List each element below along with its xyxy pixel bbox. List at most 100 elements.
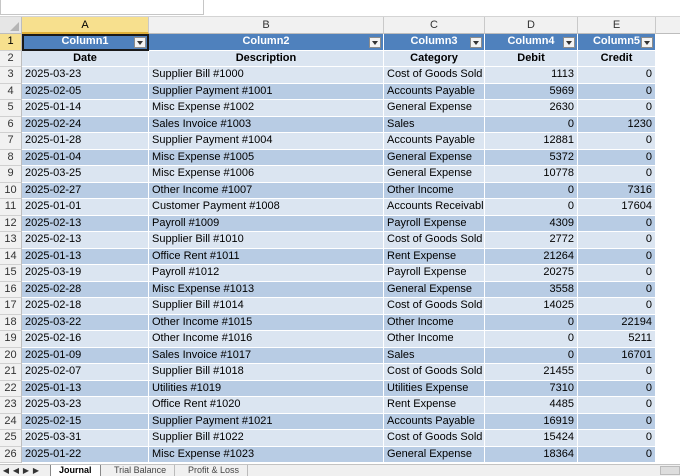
cell-category[interactable]: Cost of Goods Sold — [384, 364, 485, 381]
cell-credit[interactable]: 0 — [578, 430, 656, 447]
cell-debit[interactable]: 5969 — [485, 83, 578, 100]
cell-category[interactable]: General Expense — [384, 100, 485, 117]
cell-description[interactable]: Supplier Bill #1010 — [149, 232, 384, 249]
cell-category[interactable]: General Expense — [384, 149, 485, 166]
cell-debit[interactable]: 10778 — [485, 166, 578, 183]
cell-debit[interactable]: 15424 — [485, 430, 578, 447]
column-header-next[interactable] — [656, 17, 680, 34]
cell-description[interactable]: Supplier Bill #1022 — [149, 430, 384, 447]
row-header[interactable]: 7 — [0, 133, 22, 150]
cell-credit[interactable]: 22194 — [578, 314, 656, 331]
cell-date[interactable]: 2025-01-13 — [22, 380, 149, 397]
cell-credit[interactable]: 0 — [578, 232, 656, 249]
row-header[interactable]: 6 — [0, 116, 22, 133]
cell-debit[interactable]: 0 — [485, 331, 578, 348]
filter-dropdown-icon[interactable] — [134, 37, 146, 48]
cell-description[interactable]: Supplier Payment #1021 — [149, 413, 384, 430]
spreadsheet-grid[interactable]: A B C D E 1 Column1 Column2 Column3 Column4 Column… — [0, 17, 680, 464]
cell-date[interactable]: 2025-01-04 — [22, 149, 149, 166]
cell-description[interactable]: Misc Expense #1013 — [149, 281, 384, 298]
cell-credit[interactable]: 0 — [578, 413, 656, 430]
sheet-tab-profit-loss[interactable]: Profit & Loss — [180, 465, 249, 476]
cell-category[interactable]: General Expense — [384, 446, 485, 463]
cell-debit[interactable]: 7310 — [485, 380, 578, 397]
row-header[interactable]: 17 — [0, 298, 22, 315]
cell-credit[interactable]: 0 — [578, 166, 656, 183]
cell-description[interactable]: Payroll #1009 — [149, 215, 384, 232]
cell-credit[interactable]: 1230 — [578, 116, 656, 133]
row-header[interactable]: 11 — [0, 199, 22, 216]
column-header-d[interactable]: D — [485, 17, 578, 34]
row-header[interactable]: 10 — [0, 182, 22, 199]
field-header-credit[interactable]: Credit — [578, 50, 656, 67]
cell-credit[interactable]: 0 — [578, 281, 656, 298]
row-header[interactable]: 18 — [0, 314, 22, 331]
field-header-debit[interactable]: Debit — [485, 50, 578, 67]
cell-category[interactable]: Cost of Goods Sold — [384, 298, 485, 315]
cell-date[interactable]: 2025-03-31 — [22, 430, 149, 447]
row-header[interactable]: 12 — [0, 215, 22, 232]
cell-date[interactable]: 2025-03-23 — [22, 67, 149, 84]
cell-description[interactable]: Customer Payment #1008 — [149, 199, 384, 216]
cell-debit[interactable]: 0 — [485, 314, 578, 331]
row-header[interactable]: 26 — [0, 446, 22, 463]
row-header[interactable]: 16 — [0, 281, 22, 298]
cell-category[interactable]: Accounts Payable — [384, 83, 485, 100]
cell-date[interactable]: 2025-03-25 — [22, 166, 149, 183]
cell-credit[interactable]: 0 — [578, 83, 656, 100]
cell-debit[interactable]: 16919 — [485, 413, 578, 430]
cell-description[interactable]: Misc Expense #1006 — [149, 166, 384, 183]
field-header-date[interactable]: Date — [22, 50, 149, 67]
row-header[interactable]: 24 — [0, 413, 22, 430]
row-header[interactable]: 15 — [0, 265, 22, 282]
cell-debit[interactable]: 20275 — [485, 265, 578, 282]
next-sheet-icon[interactable]: ▶ — [22, 466, 30, 475]
cell-credit[interactable]: 0 — [578, 215, 656, 232]
column-header-c[interactable]: C — [384, 17, 485, 34]
cell-description[interactable]: Utilities #1019 — [149, 380, 384, 397]
cell-debit[interactable]: 0 — [485, 116, 578, 133]
cell-date[interactable]: 2025-02-15 — [22, 413, 149, 430]
cell-date[interactable]: 2025-02-13 — [22, 215, 149, 232]
cell-description[interactable]: Office Rent #1011 — [149, 248, 384, 265]
cell-date[interactable]: 2025-02-27 — [22, 182, 149, 199]
cell-category[interactable]: Other Income — [384, 314, 485, 331]
cell-description[interactable]: Supplier Bill #1000 — [149, 67, 384, 84]
cell-debit[interactable]: 12881 — [485, 133, 578, 150]
cell-debit[interactable]: 21264 — [485, 248, 578, 265]
cell-date[interactable]: 2025-02-24 — [22, 116, 149, 133]
cell-credit[interactable]: 0 — [578, 133, 656, 150]
cell-credit[interactable]: 0 — [578, 364, 656, 381]
cell-description[interactable]: Supplier Payment #1001 — [149, 83, 384, 100]
cell-category[interactable]: Other Income — [384, 331, 485, 348]
cell-credit[interactable]: 5211 — [578, 331, 656, 348]
select-all-corner[interactable] — [0, 17, 22, 34]
row-header[interactable]: 23 — [0, 397, 22, 414]
row-header[interactable]: 5 — [0, 100, 22, 117]
row-header[interactable]: 3 — [0, 67, 22, 84]
row-header[interactable]: 21 — [0, 364, 22, 381]
cell-description[interactable]: Misc Expense #1023 — [149, 446, 384, 463]
cell-date[interactable]: 2025-01-09 — [22, 347, 149, 364]
row-header[interactable]: 22 — [0, 380, 22, 397]
cell-debit[interactable]: 14025 — [485, 298, 578, 315]
cell-credit[interactable]: 0 — [578, 248, 656, 265]
column-header-e[interactable]: E — [578, 17, 656, 34]
row-header[interactable]: 19 — [0, 331, 22, 348]
cell-category[interactable]: Utilities Expense — [384, 380, 485, 397]
cell-description[interactable]: Misc Expense #1005 — [149, 149, 384, 166]
cell-date[interactable]: 2025-01-13 — [22, 248, 149, 265]
cell-date[interactable]: 2025-01-14 — [22, 100, 149, 117]
cell-debit[interactable]: 0 — [485, 182, 578, 199]
cell-description[interactable]: Sales Invoice #1017 — [149, 347, 384, 364]
cell-credit[interactable]: 17604 — [578, 199, 656, 216]
cell-debit[interactable]: 21455 — [485, 364, 578, 381]
cell-description[interactable]: Supplier Bill #1018 — [149, 364, 384, 381]
cell-category[interactable]: Rent Expense — [384, 248, 485, 265]
cell-description[interactable]: Supplier Payment #1004 — [149, 133, 384, 150]
cell-category[interactable]: Accounts Payable — [384, 133, 485, 150]
cell-category[interactable]: Accounts Payable — [384, 413, 485, 430]
filter-dropdown-icon[interactable] — [641, 37, 653, 48]
row-header[interactable]: 1 — [0, 34, 22, 51]
cell-credit[interactable]: 0 — [578, 397, 656, 414]
